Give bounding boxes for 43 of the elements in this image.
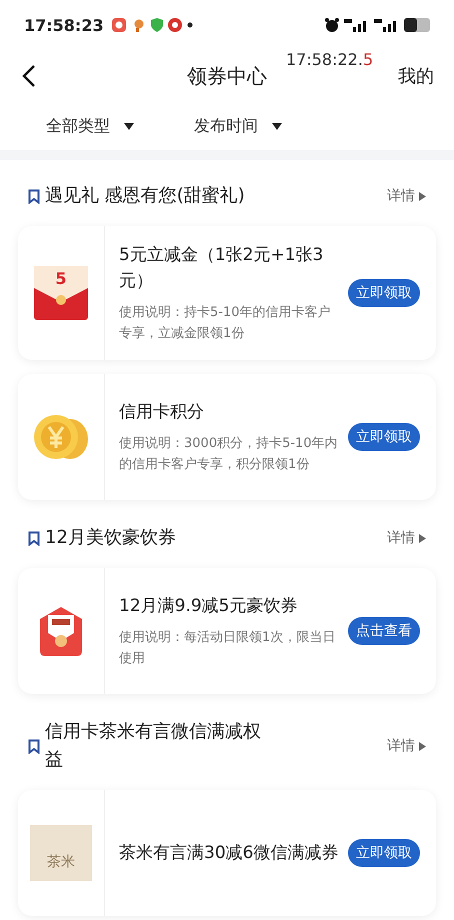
- alarm-icon: [324, 17, 340, 33]
- details-link[interactable]: 详情: [387, 529, 426, 547]
- caret-icon: [419, 534, 426, 542]
- dot-icon: [186, 22, 193, 28]
- amount-label: 5: [55, 269, 67, 288]
- claim-button[interactable]: 立即领取: [348, 279, 420, 307]
- page-title: 领券中心: [186, 62, 268, 90]
- my-link[interactable]: 我的: [398, 64, 434, 88]
- coupon-title: 茶米有言满30减6微信满减券: [119, 842, 340, 865]
- caret-icon: [272, 122, 282, 130]
- bookmark-icon: [28, 530, 40, 546]
- caret-icon: [419, 192, 426, 200]
- envelope-icon: [32, 264, 90, 322]
- caret-icon: [124, 122, 134, 130]
- details-link[interactable]: 详情: [387, 187, 426, 205]
- shield-icon: [150, 18, 163, 32]
- bookmark-icon: [28, 738, 40, 754]
- section-title: 12月美饮豪饮券: [45, 526, 176, 550]
- filter-dropdown[interactable]: 全部类型: [46, 116, 134, 136]
- claim-button[interactable]: 立即领取: [348, 839, 420, 867]
- brand-logo: 茶米: [30, 825, 92, 881]
- battery-icon: [404, 18, 432, 32]
- claim-button[interactable]: 点击查看: [348, 617, 420, 645]
- app-icon: [168, 18, 182, 32]
- coupon-description: 使用说明：3000积分，持卡5-10年内的信用卡客户专享，积分限领1份: [119, 435, 339, 474]
- caret-icon: [419, 742, 426, 750]
- section-title: 遇见礼 感恩有您(甜蜜礼): [45, 184, 245, 208]
- coupon-title: 12月满9.9减5元豪饮券: [119, 595, 298, 618]
- coupon-description: 使用说明：持卡5-10年的信用卡客户专享，立减金限领1份: [119, 304, 332, 343]
- countdown-timer: 17:58:22.5: [286, 50, 374, 69]
- app-icon: [110, 17, 127, 33]
- coin-icon: [32, 414, 90, 460]
- bookmark-icon: [28, 188, 40, 204]
- coupon-title: 信用卡积分: [119, 401, 205, 424]
- details-link[interactable]: 详情: [387, 737, 426, 755]
- coupon-description: 使用说明：每活动日限领1次，限当日使用: [119, 629, 336, 668]
- section-title: 信用卡茶米有言微信满减权益: [45, 720, 262, 772]
- filter-dropdown[interactable]: 发布时间: [194, 116, 282, 136]
- app-icon: [132, 18, 146, 32]
- back-icon[interactable]: [22, 64, 36, 88]
- claim-button[interactable]: 立即领取: [348, 423, 420, 451]
- status-time: 17:58:23: [24, 16, 104, 34]
- coupon-title: 5元立减金（1张2元+1张3元）: [119, 244, 324, 293]
